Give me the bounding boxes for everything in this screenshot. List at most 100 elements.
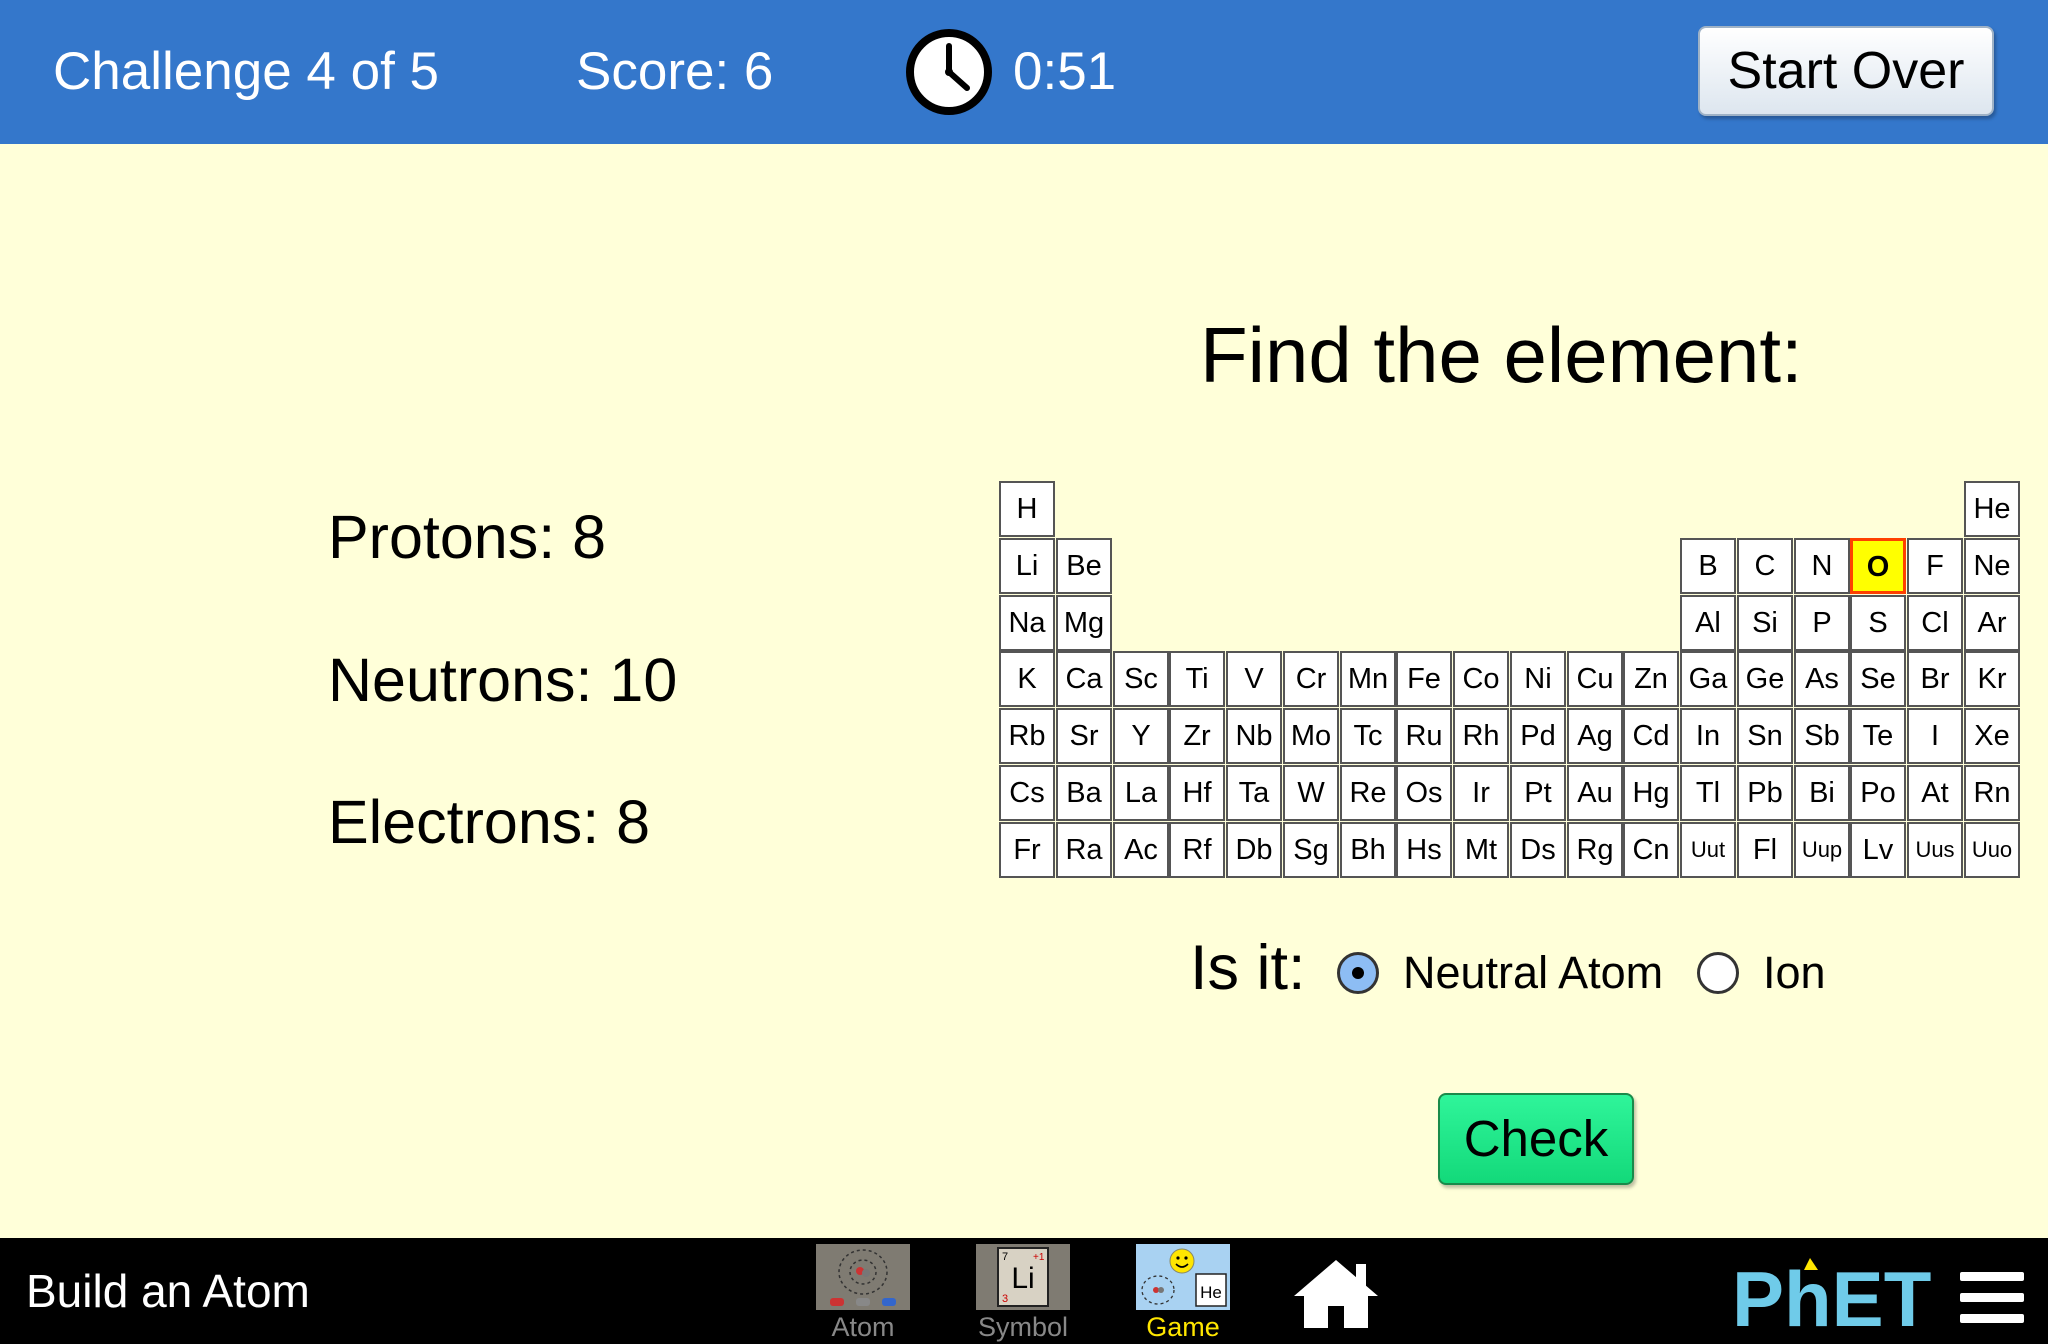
element-cell-ds[interactable]: Ds [1510,822,1566,878]
element-cell-as[interactable]: As [1794,651,1850,707]
element-cell-tl[interactable]: Tl [1680,765,1736,821]
element-cell-n[interactable]: N [1794,538,1850,594]
element-cell-ca[interactable]: Ca [1056,651,1112,707]
element-cell-he[interactable]: He [1964,481,2020,537]
element-cell-tc[interactable]: Tc [1340,708,1396,764]
element-cell-sc[interactable]: Sc [1113,651,1169,707]
element-cell-si[interactable]: Si [1737,595,1793,651]
element-cell-rf[interactable]: Rf [1169,822,1225,878]
element-cell-v[interactable]: V [1226,651,1282,707]
neutral-atom-label[interactable]: Neutral Atom [1403,947,1663,999]
element-cell-f[interactable]: F [1907,538,1963,594]
element-cell-hg[interactable]: Hg [1623,765,1679,821]
element-cell-db[interactable]: Db [1226,822,1282,878]
ion-label[interactable]: Ion [1763,947,1826,999]
home-icon[interactable] [1290,1256,1382,1332]
element-cell-c[interactable]: C [1737,538,1793,594]
element-cell-hs[interactable]: Hs [1396,822,1452,878]
element-cell-lv[interactable]: Lv [1850,822,1906,878]
menu-icon[interactable] [1960,1272,2024,1324]
element-cell-uup[interactable]: Uup [1794,822,1850,878]
element-cell-s[interactable]: S [1850,595,1906,651]
phet-logo[interactable]: PhET [1732,1256,1932,1336]
element-cell-be[interactable]: Be [1056,538,1112,594]
element-cell-ge[interactable]: Ge [1737,651,1793,707]
element-cell-kr[interactable]: Kr [1964,651,2020,707]
atom-screen-button[interactable]: Atom [813,1242,913,1342]
element-cell-ta[interactable]: Ta [1226,765,1282,821]
element-cell-uut[interactable]: Uut [1680,822,1736,878]
element-cell-re[interactable]: Re [1340,765,1396,821]
element-cell-sr[interactable]: Sr [1056,708,1112,764]
element-cell-nb[interactable]: Nb [1226,708,1282,764]
element-cell-mg[interactable]: Mg [1056,595,1112,651]
element-cell-rn[interactable]: Rn [1964,765,2020,821]
element-cell-ra[interactable]: Ra [1056,822,1112,878]
element-cell-b[interactable]: B [1680,538,1736,594]
game-screen-button[interactable]: He Game [1133,1242,1233,1342]
element-cell-co[interactable]: Co [1453,651,1509,707]
element-cell-fl[interactable]: Fl [1737,822,1793,878]
element-cell-i[interactable]: I [1907,708,1963,764]
element-cell-br[interactable]: Br [1907,651,1963,707]
element-cell-cu[interactable]: Cu [1567,651,1623,707]
element-cell-os[interactable]: Os [1396,765,1452,821]
element-cell-na[interactable]: Na [999,595,1055,651]
element-cell-sb[interactable]: Sb [1794,708,1850,764]
element-cell-p[interactable]: P [1794,595,1850,651]
element-cell-ag[interactable]: Ag [1567,708,1623,764]
element-cell-se[interactable]: Se [1850,651,1906,707]
element-cell-fr[interactable]: Fr [999,822,1055,878]
element-cell-li[interactable]: Li [999,538,1055,594]
element-cell-ga[interactable]: Ga [1680,651,1736,707]
element-cell-in[interactable]: In [1680,708,1736,764]
element-cell-xe[interactable]: Xe [1964,708,2020,764]
element-cell-la[interactable]: La [1113,765,1169,821]
element-cell-mt[interactable]: Mt [1453,822,1509,878]
element-cell-cs[interactable]: Cs [999,765,1055,821]
element-cell-zn[interactable]: Zn [1623,651,1679,707]
element-cell-zr[interactable]: Zr [1169,708,1225,764]
element-cell-sg[interactable]: Sg [1283,822,1339,878]
element-cell-rh[interactable]: Rh [1453,708,1509,764]
ion-radio[interactable] [1697,952,1739,994]
element-cell-sn[interactable]: Sn [1737,708,1793,764]
element-cell-at[interactable]: At [1907,765,1963,821]
element-cell-ti[interactable]: Ti [1169,651,1225,707]
element-cell-bh[interactable]: Bh [1340,822,1396,878]
element-cell-pb[interactable]: Pb [1737,765,1793,821]
element-cell-ba[interactable]: Ba [1056,765,1112,821]
element-cell-mn[interactable]: Mn [1340,651,1396,707]
element-cell-po[interactable]: Po [1850,765,1906,821]
element-cell-y[interactable]: Y [1113,708,1169,764]
element-cell-uus[interactable]: Uus [1907,822,1963,878]
element-cell-pd[interactable]: Pd [1510,708,1566,764]
check-button[interactable]: Check [1438,1093,1634,1185]
element-cell-mo[interactable]: Mo [1283,708,1339,764]
element-cell-ni[interactable]: Ni [1510,651,1566,707]
element-cell-uuo[interactable]: Uuo [1964,822,2020,878]
element-cell-ir[interactable]: Ir [1453,765,1509,821]
element-cell-w[interactable]: W [1283,765,1339,821]
element-cell-ac[interactable]: Ac [1113,822,1169,878]
symbol-screen-button[interactable]: 7 +1 Li 3 Symbol [973,1242,1073,1342]
element-cell-rb[interactable]: Rb [999,708,1055,764]
element-cell-k[interactable]: K [999,651,1055,707]
element-cell-ru[interactable]: Ru [1396,708,1452,764]
element-cell-al[interactable]: Al [1680,595,1736,651]
element-cell-cr[interactable]: Cr [1283,651,1339,707]
element-cell-h[interactable]: H [999,481,1055,537]
element-cell-hf[interactable]: Hf [1169,765,1225,821]
element-cell-cl[interactable]: Cl [1907,595,1963,651]
element-cell-te[interactable]: Te [1850,708,1906,764]
start-over-button[interactable]: Start Over [1698,26,1994,116]
element-cell-au[interactable]: Au [1567,765,1623,821]
neutral-atom-radio[interactable] [1337,952,1379,994]
element-cell-ne[interactable]: Ne [1964,538,2020,594]
element-cell-fe[interactable]: Fe [1396,651,1452,707]
element-cell-cn[interactable]: Cn [1623,822,1679,878]
element-cell-pt[interactable]: Pt [1510,765,1566,821]
element-cell-ar[interactable]: Ar [1964,595,2020,651]
element-cell-rg[interactable]: Rg [1567,822,1623,878]
element-cell-bi[interactable]: Bi [1794,765,1850,821]
